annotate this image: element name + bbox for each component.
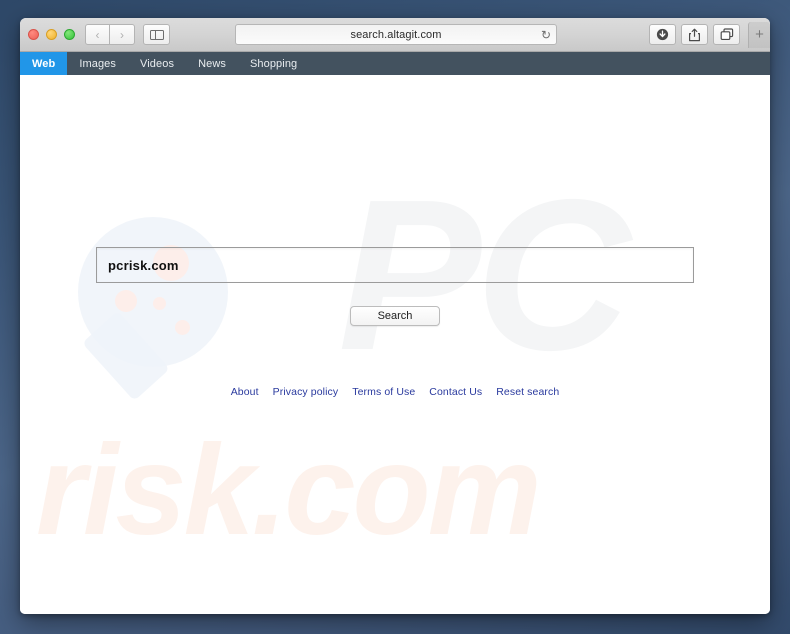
nav-label-videos: Videos <box>140 57 175 70</box>
address-bar[interactable]: search.altagit.com ↻ <box>235 24 557 45</box>
nav-item-news[interactable]: News <box>186 52 238 75</box>
downloads-button[interactable] <box>649 24 676 45</box>
search-button[interactable]: Search <box>350 306 440 326</box>
reload-icon[interactable]: ↻ <box>541 29 551 41</box>
plus-icon: + <box>755 26 764 43</box>
footer-link-about[interactable]: About <box>231 386 259 398</box>
browser-window: ‹ › search.altagit.com ↻ + Web Images Vi… <box>20 18 770 614</box>
show-tabs-button[interactable] <box>713 24 740 45</box>
chevron-right-icon: › <box>120 27 124 42</box>
footer-link-privacy[interactable]: Privacy policy <box>273 386 339 398</box>
search-input[interactable]: pcrisk.com <box>96 247 694 283</box>
window-controls <box>28 29 75 40</box>
sidebar-icon <box>149 29 164 40</box>
footer-link-contact[interactable]: Contact Us <box>429 386 482 398</box>
search-button-label: Search <box>377 310 413 322</box>
search-input-value: pcrisk.com <box>108 257 179 273</box>
new-tab-button[interactable]: + <box>748 21 770 48</box>
forward-button[interactable]: › <box>110 24 135 45</box>
tabs-icon <box>720 28 733 40</box>
nav-label-images: Images <box>79 57 117 70</box>
nav-label-web: Web <box>32 57 56 70</box>
search-page: PC risk.com pcrisk.com Search About Priv… <box>20 75 770 614</box>
chevron-left-icon: ‹ <box>95 27 100 42</box>
share-button[interactable] <box>681 24 708 45</box>
close-button[interactable] <box>28 29 39 40</box>
search-button-row: Search <box>20 306 770 326</box>
zoom-button[interactable] <box>64 29 75 40</box>
nav-item-videos[interactable]: Videos <box>128 52 186 75</box>
nav-label-shopping: Shopping <box>249 57 298 70</box>
footer-links: About Privacy policy Terms of Use Contac… <box>20 386 770 398</box>
toolbar-right-group: + <box>649 21 770 48</box>
site-navigation-bar: Web Images Videos News Shopping <box>20 52 770 75</box>
nav-item-web[interactable]: Web <box>20 52 68 75</box>
footer-link-terms[interactable]: Terms of Use <box>352 386 415 398</box>
minimize-button[interactable] <box>46 29 57 40</box>
browser-toolbar: ‹ › search.altagit.com ↻ + <box>20 18 770 52</box>
url-text: search.altagit.com <box>350 28 442 41</box>
watermark-risk-text: risk.com <box>36 419 541 562</box>
download-icon <box>656 28 669 41</box>
footer-link-reset-search[interactable]: Reset search <box>496 386 559 398</box>
nav-item-images[interactable]: Images <box>67 52 128 75</box>
share-icon <box>689 28 700 41</box>
sidebar-toggle-button[interactable] <box>143 24 170 45</box>
navigation-buttons: ‹ › <box>85 24 135 45</box>
back-button[interactable]: ‹ <box>85 24 110 45</box>
nav-label-news: News <box>198 57 226 70</box>
search-area: pcrisk.com Search About Privacy policy T… <box>20 247 770 398</box>
nav-item-shopping[interactable]: Shopping <box>238 52 309 75</box>
